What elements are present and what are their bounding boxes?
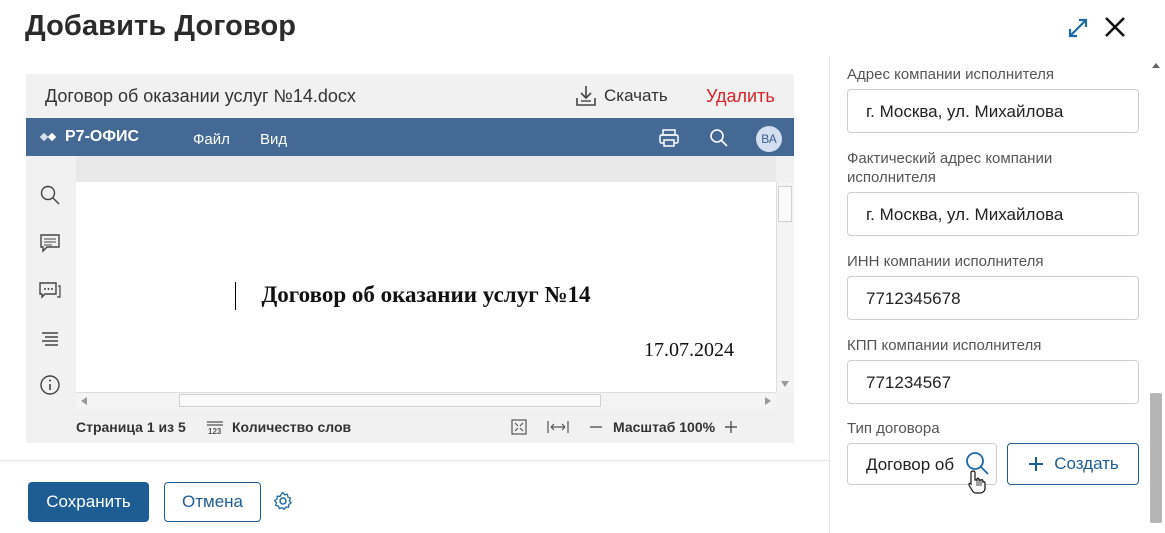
zoom-level: Масштаб 100%: [613, 419, 716, 435]
field-label-inn: ИНН компании исполнителя: [847, 253, 1044, 270]
document-date: 17.07.2024: [644, 339, 734, 361]
field-label-actual-address: Фактический адрес компании исполнителя: [847, 150, 1053, 186]
page-indicator: Страница 1 из 5: [76, 419, 186, 435]
svg-text:123: 123: [208, 427, 222, 435]
document-title: Договор об оказании услуг №14: [261, 282, 591, 307]
plus-icon: [1029, 457, 1044, 471]
field-label-contract-type: Тип договора: [847, 420, 940, 437]
actual-address-value: г. Москва, ул. Михайлова: [866, 205, 1064, 224]
kpp-input[interactable]: 771234567: [847, 360, 1139, 404]
fit-page-icon[interactable]: [510, 418, 528, 436]
zoom-in-icon[interactable]: [723, 419, 739, 435]
create-label: Создать: [1054, 454, 1119, 473]
editor-logo-text: Р7-ОФИС: [65, 128, 140, 145]
editor-logo: Р7-ОФИС: [40, 128, 139, 146]
document-viewer: Договор об оказании услуг №14.docx Скача…: [26, 74, 794, 443]
r7-logo-icon: [40, 132, 57, 142]
save-button[interactable]: Сохранить: [28, 482, 149, 522]
gear-icon[interactable]: [273, 491, 293, 511]
download-label: Скачать: [604, 86, 668, 105]
delete-button[interactable]: Удалить: [706, 86, 775, 107]
address-value: г. Москва, ул. Михайлова: [866, 102, 1064, 121]
menu-view[interactable]: Вид: [260, 131, 287, 148]
field-label-address: Адрес компании исполнителя: [847, 66, 1055, 83]
vertical-scroll-thumb[interactable]: [778, 186, 792, 222]
search-icon[interactable]: [709, 128, 729, 148]
menu-file[interactable]: Файл: [193, 131, 230, 148]
editor-toolbar: Р7-ОФИС Файл Вид ВА: [26, 118, 794, 156]
print-icon[interactable]: [658, 128, 680, 148]
actual-address-input[interactable]: г. Москва, ул. Михайлова: [847, 192, 1139, 236]
dialog-title: Добавить Договор: [25, 10, 297, 42]
comment-icon[interactable]: [39, 232, 61, 254]
panel-scrollbar-thumb[interactable]: [1150, 393, 1162, 523]
scroll-up-icon[interactable]: [1151, 60, 1161, 70]
chat-icon[interactable]: [39, 279, 61, 301]
search-icon[interactable]: [39, 184, 61, 206]
close-icon[interactable]: [1102, 14, 1128, 40]
word-count[interactable]: Количество слов: [232, 419, 351, 435]
document-page[interactable]: Договор об оказании услуг №14 17.07.2024: [76, 182, 776, 392]
field-label-kpp: КПП компании исполнителя: [847, 337, 1042, 354]
download-button[interactable]: Скачать: [574, 84, 668, 108]
scroll-left-icon[interactable]: [80, 397, 88, 405]
file-bar: Договор об оказании услуг №14.docx Скача…: [26, 74, 794, 118]
word-count-icon: 123: [207, 421, 223, 435]
status-bar: Страница 1 из 5 123 Количество слов Масш…: [26, 410, 794, 443]
horizontal-scroll-thumb[interactable]: [179, 394, 601, 407]
cancel-button[interactable]: Отмена: [164, 482, 261, 522]
expand-icon[interactable]: [1066, 16, 1090, 40]
footer-divider: [0, 460, 829, 461]
file-name: Договор об оказании услуг №14.docx: [45, 86, 356, 106]
download-icon: [576, 86, 596, 106]
address-input[interactable]: г. Москва, ул. Михайлова: [847, 89, 1139, 133]
fit-width-icon[interactable]: [547, 418, 569, 436]
avatar[interactable]: ВА: [756, 126, 782, 152]
text-cursor: [235, 282, 236, 310]
zoom-out-icon[interactable]: [588, 419, 604, 435]
inn-input[interactable]: 7712345678: [847, 276, 1139, 320]
kpp-value: 771234567: [866, 373, 952, 392]
create-button[interactable]: Создать: [1007, 443, 1139, 485]
ruler: [76, 156, 776, 183]
scroll-right-icon[interactable]: [764, 397, 772, 405]
info-icon[interactable]: [39, 374, 61, 396]
contract-type-value: Договор об: [866, 455, 955, 474]
editor-left-rail: [26, 156, 74, 410]
inn-value: 7712345678: [866, 289, 961, 308]
navigation-icon[interactable]: [39, 328, 61, 350]
hand-cursor-icon: [968, 470, 986, 494]
scroll-down-icon[interactable]: [780, 380, 790, 388]
